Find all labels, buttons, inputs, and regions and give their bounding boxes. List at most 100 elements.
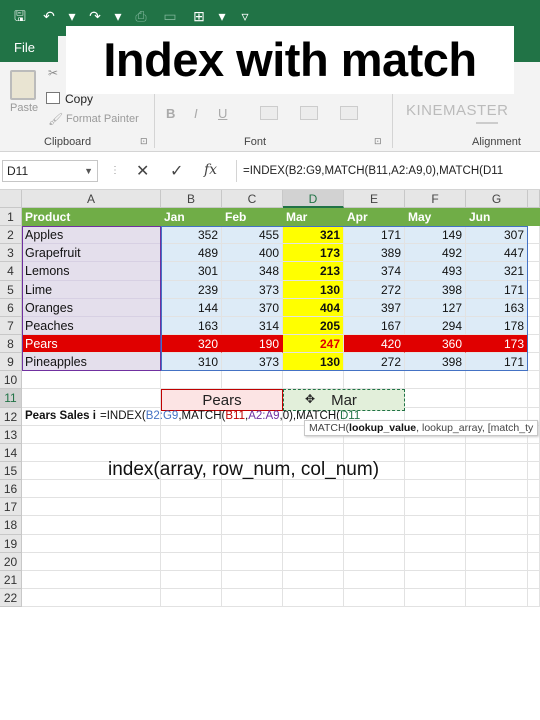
paste-icon[interactable] [10, 70, 36, 100]
grid-cell[interactable] [283, 570, 344, 589]
lookup-row-value-cell[interactable]: Pears [161, 389, 283, 411]
grid-cell[interactable] [344, 371, 405, 390]
table-header-product[interactable]: Product [22, 208, 161, 227]
row-header-8[interactable]: 8 [0, 334, 22, 354]
value-cell[interactable]: 397 [344, 298, 405, 317]
value-cell[interactable]: 171 [344, 226, 405, 245]
grid-cell[interactable] [344, 516, 405, 535]
value-cell[interactable]: 171 [466, 353, 528, 372]
grid-cell[interactable] [528, 588, 540, 608]
grid-cell[interactable] [528, 280, 540, 299]
row-header-1[interactable]: 1 [0, 208, 22, 227]
grid-cell[interactable] [528, 298, 540, 317]
grid-cell[interactable] [405, 534, 466, 553]
value-cell[interactable]: 205 [283, 316, 344, 335]
value-cell[interactable]: 404 [283, 298, 344, 317]
value-cell[interactable]: 272 [344, 353, 405, 372]
grid-cell[interactable] [283, 534, 344, 553]
grid-cell[interactable] [222, 425, 283, 444]
value-cell[interactable]: 455 [222, 226, 283, 245]
copy-icon[interactable] [46, 92, 60, 104]
grid-cell[interactable] [283, 552, 344, 571]
row-header-11[interactable]: 11 [0, 389, 22, 408]
table-header-may[interactable]: May [405, 208, 466, 227]
cancel-entry-icon[interactable]: ✕ [136, 161, 149, 181]
row-header-14[interactable]: 14 [0, 443, 22, 462]
value-cell[interactable]: 294 [405, 316, 466, 335]
grid-cell[interactable] [22, 588, 161, 608]
column-header-a[interactable]: A [22, 190, 161, 208]
value-cell[interactable]: 373 [222, 280, 283, 299]
grid-cell[interactable] [405, 498, 466, 517]
grid-cell[interactable] [405, 552, 466, 571]
grid-cell[interactable] [222, 371, 283, 390]
grid-cell[interactable] [222, 534, 283, 553]
grid-cell[interactable] [405, 443, 466, 462]
grid-cell[interactable] [528, 461, 540, 481]
table-header-apr[interactable]: Apr [344, 208, 405, 227]
grid-cell[interactable] [283, 498, 344, 517]
grid-cell[interactable] [22, 516, 161, 535]
row-header-19[interactable]: 19 [0, 534, 22, 553]
value-cell[interactable]: 348 [222, 262, 283, 281]
bold-button[interactable]: B [166, 106, 175, 121]
grid-cell[interactable] [528, 226, 540, 245]
row-header-22[interactable]: 22 [0, 588, 22, 608]
grid-cell[interactable] [466, 516, 528, 535]
value-cell[interactable]: 320 [161, 334, 222, 354]
row-header-9[interactable]: 9 [0, 353, 22, 372]
grid-cell[interactable] [405, 371, 466, 390]
grid-cell[interactable] [528, 534, 540, 553]
grid-cell[interactable] [161, 480, 222, 499]
column-header-h[interactable] [528, 190, 540, 208]
grid-cell[interactable] [22, 498, 161, 517]
value-cell[interactable]: 398 [405, 353, 466, 372]
value-cell[interactable]: 171 [466, 280, 528, 299]
grid-cell[interactable] [22, 389, 161, 408]
grid-cell[interactable] [466, 480, 528, 499]
undo-dropdown-icon[interactable]: ▾ [68, 6, 76, 26]
column-header-e[interactable]: E [344, 190, 405, 208]
grid-cell[interactable] [283, 516, 344, 535]
value-cell[interactable]: 321 [283, 226, 344, 245]
value-cell[interactable]: 360 [405, 334, 466, 354]
customize-icon[interactable]: ▿ [235, 6, 255, 26]
value-cell[interactable]: 352 [161, 226, 222, 245]
value-cell[interactable]: 493 [405, 262, 466, 281]
row-header-6[interactable]: 6 [0, 298, 22, 317]
product-cell[interactable]: Apples [22, 226, 161, 245]
row-header-7[interactable]: 7 [0, 316, 22, 335]
paste-button-label[interactable]: Paste [10, 102, 38, 114]
grid-cell[interactable] [222, 480, 283, 499]
row-header-15[interactable]: 15 [0, 461, 22, 481]
product-cell[interactable]: Peaches [22, 316, 161, 335]
grid-cell[interactable] [22, 534, 161, 553]
borders-icon[interactable] [260, 106, 278, 120]
value-cell[interactable]: 239 [161, 280, 222, 299]
value-cell[interactable]: 178 [466, 316, 528, 335]
grid-cell[interactable] [528, 316, 540, 335]
grid-cell[interactable] [528, 480, 540, 499]
grid-cell[interactable] [528, 371, 540, 390]
grid-cell[interactable] [222, 552, 283, 571]
name-box[interactable]: D11 ▼ [2, 160, 98, 182]
row-header-3[interactable]: 3 [0, 244, 22, 263]
row-header-21[interactable]: 21 [0, 570, 22, 589]
value-cell[interactable]: 130 [283, 280, 344, 299]
value-cell[interactable]: 144 [161, 298, 222, 317]
align-left-icon[interactable] [476, 122, 498, 124]
grid-cell[interactable] [466, 570, 528, 589]
select-all-corner[interactable] [0, 190, 22, 208]
row-header-4[interactable]: 4 [0, 262, 22, 281]
grid-cell[interactable] [222, 498, 283, 517]
grid-cell[interactable] [405, 480, 466, 499]
formula-bar-grip-icon[interactable]: ⋮ [110, 165, 120, 176]
table-header-jun[interactable]: Jun [466, 208, 528, 227]
cut-icon[interactable]: ✂ [48, 66, 58, 80]
grid-cell[interactable] [344, 498, 405, 517]
italic-button[interactable]: I [194, 106, 198, 121]
formula-input[interactable]: =INDEX(B2:G9,MATCH(B11,A2:A9,0),MATCH(D1… [236, 160, 540, 182]
column-header-f[interactable]: F [405, 190, 466, 208]
grid-cell[interactable] [405, 389, 466, 408]
grid-cell[interactable] [405, 461, 466, 481]
